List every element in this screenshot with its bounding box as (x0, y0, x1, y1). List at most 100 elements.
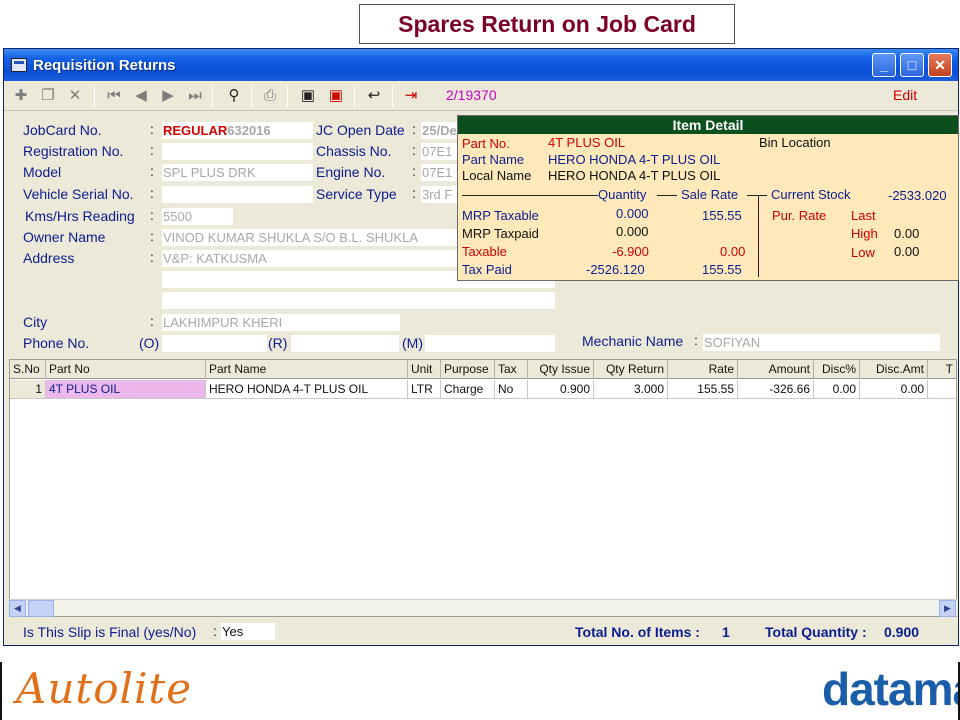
items-grid: S.No Part No Part Name Unit Purpose Tax … (9, 359, 957, 617)
owner-name-label: Owner Name (23, 229, 106, 245)
autolite-logo-text: Autolite (16, 664, 193, 713)
col-part-name[interactable]: Part Name (206, 360, 408, 379)
model-field[interactable]: SPL PLUS DRK (161, 163, 314, 182)
quantity-header: Quantity (598, 187, 647, 202)
cell-rate[interactable]: 155.55 (668, 380, 738, 399)
minimize-button[interactable]: _ (872, 53, 896, 77)
requisition-returns-window: Requisition Returns _ □ ✕ ✚ ❐ ✕ ⏮ ◀ ▶ ⏭ … (3, 48, 959, 646)
record-number: 2/19370 (446, 87, 497, 103)
col-unit[interactable]: Unit (408, 360, 441, 379)
city-label: City (23, 314, 48, 330)
cell-part-name[interactable]: HERO HONDA 4-T PLUS OIL (206, 380, 408, 399)
vehicle-serial-no-field[interactable] (161, 185, 314, 204)
sale-rate-header: Sale Rate (681, 187, 739, 202)
phone-mobile-field[interactable] (424, 334, 556, 353)
phone-no-label: Phone No. (23, 335, 90, 351)
mechanic-name-field[interactable]: SOFIYAN (702, 333, 941, 352)
part-no-label: Part No. (462, 136, 510, 151)
colon: : (694, 332, 698, 348)
cell-qty-issue[interactable]: 0.900 (528, 380, 594, 399)
scroll-left-icon[interactable]: ◀ (9, 600, 26, 617)
colon: : (150, 207, 154, 223)
delete-icon[interactable]: ✕ (65, 86, 85, 106)
jobcard-no-label: JobCard No. (23, 122, 102, 138)
engine-no-field[interactable]: 07E1 (420, 163, 460, 182)
phone-residence-field[interactable] (290, 334, 400, 353)
undo-icon[interactable]: ↩ (364, 86, 384, 106)
first-record-icon[interactable]: ⏮ (104, 86, 124, 106)
table-row[interactable]: 1 4T PLUS OIL HERO HONDA 4-T PLUS OIL LT… (10, 380, 956, 399)
taxable-label: Taxable (462, 244, 507, 259)
cell-amount[interactable]: -326.66 (738, 380, 814, 399)
col-disc-pct[interactable]: Disc% (814, 360, 860, 379)
chassis-no-field[interactable]: 07E1 (420, 142, 460, 161)
save-icon[interactable]: ▣ (298, 86, 318, 106)
final-slip-field[interactable]: Yes (220, 622, 276, 641)
registration-no-label: Registration No. (23, 143, 124, 159)
col-part-no[interactable]: Part No (46, 360, 206, 379)
horizontal-scrollbar[interactable]: ◀ ▶ (9, 599, 957, 617)
cell-qty-return[interactable]: 3.000 (594, 380, 668, 399)
add-icon[interactable]: ✚ (11, 86, 31, 106)
jc-open-date-field[interactable]: 25/De (420, 121, 460, 140)
vehicle-serial-no-label: Vehicle Serial No. (23, 186, 134, 202)
cell-purpose[interactable]: Charge (441, 380, 495, 399)
cell-disc-amt[interactable]: 0.00 (860, 380, 928, 399)
col-rate[interactable]: Rate (668, 360, 738, 379)
maximize-button[interactable]: □ (900, 53, 924, 77)
window-titlebar[interactable]: Requisition Returns _ □ ✕ (4, 49, 958, 81)
cell-unit[interactable]: LTR (408, 380, 441, 399)
col-qty-issue[interactable]: Qty Issue (528, 360, 594, 379)
col-qty-return[interactable]: Qty Return (594, 360, 668, 379)
chassis-no-label: Chassis No. (316, 143, 392, 159)
address-line-3-field[interactable] (161, 291, 556, 310)
cancel-icon[interactable]: ▣ (326, 86, 346, 106)
jc-open-date-label: JC Open Date (316, 122, 405, 138)
col-amount[interactable]: Amount (738, 360, 814, 379)
copy-icon[interactable]: ❐ (38, 86, 58, 106)
phone-residence-label: (R) (268, 335, 288, 351)
col-tax[interactable]: Tax (495, 360, 528, 379)
prev-record-icon[interactable]: ◀ (131, 86, 151, 106)
toolbar-separator (392, 86, 393, 107)
total-items-label: Total No. of Items : (575, 624, 700, 640)
col-disc-amt[interactable]: Disc.Amt (860, 360, 928, 379)
col-sno[interactable]: S.No (10, 360, 46, 379)
cell-t[interactable] (928, 380, 956, 399)
colon: : (412, 185, 416, 201)
next-record-icon[interactable]: ▶ (158, 86, 178, 106)
registration-no-field[interactable] (161, 142, 314, 161)
cell-part-no[interactable]: 4T PLUS OIL (46, 380, 206, 399)
last-record-icon[interactable]: ⏭ (185, 86, 205, 106)
cell-sno: 1 (10, 380, 46, 399)
part-no-value: 4T PLUS OIL (548, 135, 626, 150)
mrp-taxable-qty: 0.000 (616, 206, 649, 221)
model-label: Model (23, 164, 62, 180)
cell-disc-pct[interactable]: 0.00 (814, 380, 860, 399)
jobcard-no-field[interactable]: REGULAR632016 (161, 121, 314, 140)
find-icon[interactable]: ⚲ (224, 86, 244, 106)
tax-paid-label: Tax Paid (462, 262, 512, 277)
kms-hrs-reading-field[interactable]: 5500 (161, 207, 234, 226)
exit-icon[interactable]: ⇥ (401, 86, 421, 106)
scroll-thumb[interactable] (28, 600, 54, 617)
scroll-right-icon[interactable]: ▶ (939, 600, 956, 617)
window-title: Requisition Returns (33, 57, 176, 74)
city-field[interactable]: LAKHIMPUR KHERI (161, 313, 401, 332)
total-items-value: 1 (722, 624, 730, 640)
phone-office-label: (O) (139, 335, 160, 351)
colon: : (150, 163, 154, 179)
print-icon[interactable]: ⎙ (260, 86, 280, 106)
bin-location-label: Bin Location (759, 135, 831, 150)
taxable-rate: 0.00 (720, 244, 746, 259)
cell-tax[interactable]: No (495, 380, 528, 399)
close-button[interactable]: ✕ (928, 53, 952, 77)
total-quantity-value: 0.900 (884, 624, 920, 640)
col-t[interactable]: T (928, 360, 956, 379)
phone-office-field[interactable] (161, 334, 268, 353)
col-purpose[interactable]: Purpose (441, 360, 495, 379)
service-type-field[interactable]: 3rd F (420, 185, 460, 204)
high-value: 0.00 (894, 226, 920, 241)
part-name-label: Part Name (462, 152, 525, 167)
low-label: Low (851, 245, 875, 260)
